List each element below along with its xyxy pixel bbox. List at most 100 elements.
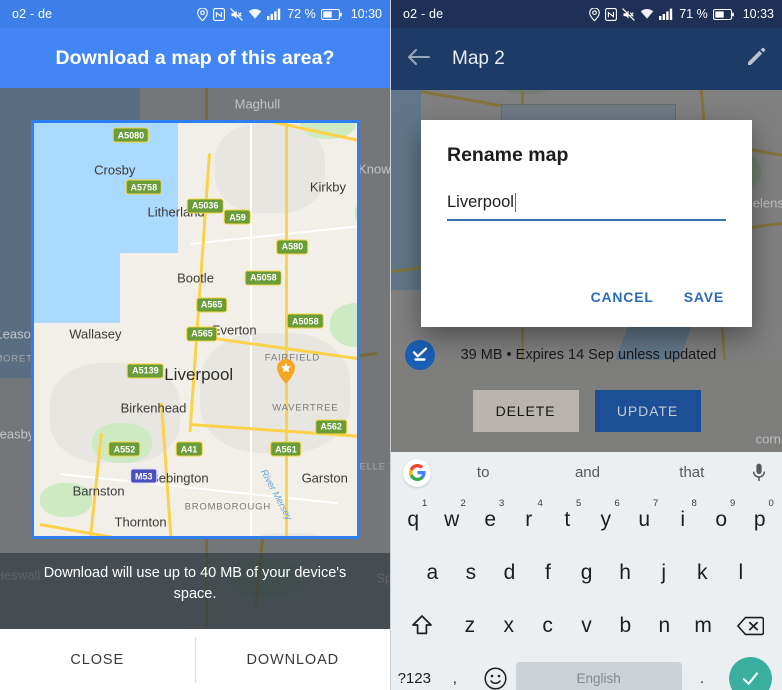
download-size-note: Download will use up to 40 MB of your de… bbox=[0, 553, 390, 629]
suggestion-0[interactable]: to bbox=[431, 464, 535, 481]
enter-key[interactable] bbox=[722, 657, 779, 690]
close-button[interactable]: CLOSE bbox=[0, 652, 195, 668]
road-shield-m53: M53 bbox=[130, 468, 158, 484]
signal-icon bbox=[659, 8, 673, 20]
key-e-label: e bbox=[484, 507, 497, 531]
map-label-barnston: Barnston bbox=[72, 483, 125, 499]
key-l[interactable]: l bbox=[722, 550, 761, 595]
key-x[interactable]: x bbox=[489, 603, 528, 648]
key-d[interactable]: d bbox=[490, 550, 529, 595]
key-g[interactable]: g bbox=[567, 550, 606, 595]
download-button[interactable]: DOWNLOAD bbox=[196, 652, 391, 668]
update-button[interactable]: UPDATE bbox=[594, 390, 701, 432]
key-m[interactable]: m bbox=[684, 603, 723, 648]
cancel-button[interactable]: CANCEL bbox=[581, 281, 664, 313]
text-caret bbox=[514, 193, 517, 212]
road-shield-a552: A552 bbox=[108, 441, 141, 457]
comma-key[interactable]: , bbox=[435, 656, 476, 690]
map-name-input[interactable]: Liverpool bbox=[447, 193, 726, 221]
key-t-number: 5 bbox=[575, 498, 582, 509]
key-a[interactable]: a bbox=[413, 550, 452, 595]
key-n[interactable]: n bbox=[645, 603, 684, 648]
right-screen-map-detail: o2 - de 71 % 10:33 Map 2 elens corn 39 M… bbox=[391, 0, 782, 690]
status-icons: 72 % 10:30 bbox=[197, 7, 382, 21]
map-title: Map 2 bbox=[452, 48, 505, 69]
download-size-note-text: Download will use up to 40 MB of your de… bbox=[43, 565, 347, 602]
wifi-icon bbox=[641, 9, 654, 19]
emoji-icon[interactable] bbox=[475, 656, 516, 690]
map-label-thornton: Thornton bbox=[114, 514, 167, 530]
map-selection-rectangle[interactable]: Crosby Litherland Kirkby Bootle Wallasey Ever… bbox=[31, 120, 360, 539]
key-w[interactable]: w2 bbox=[433, 497, 472, 542]
download-title-bar: Download a map of this area? bbox=[0, 28, 390, 88]
key-q[interactable]: q1 bbox=[394, 497, 433, 542]
symbols-key[interactable]: ?123 bbox=[394, 656, 435, 690]
battery-icon bbox=[712, 8, 734, 20]
key-o[interactable]: o9 bbox=[702, 497, 741, 542]
backspace-icon[interactable] bbox=[723, 603, 779, 648]
nfc-icon bbox=[605, 7, 618, 21]
google-logo-icon[interactable] bbox=[403, 458, 431, 487]
key-h[interactable]: h bbox=[606, 550, 645, 595]
key-w-label: w bbox=[444, 507, 460, 531]
keyboard-row-4: ?123 , English . bbox=[391, 652, 782, 690]
microphone-icon[interactable] bbox=[744, 463, 774, 482]
map-marker-pin[interactable] bbox=[276, 359, 295, 389]
key-r[interactable]: r4 bbox=[510, 497, 549, 542]
map-label-bebington: Bebington bbox=[150, 470, 209, 486]
page-title: Download a map of this area? bbox=[55, 46, 335, 69]
space-key[interactable]: English bbox=[515, 662, 682, 690]
map-detail-body: elens corn 39 MB • Expires 14 Sep unless … bbox=[391, 90, 782, 690]
key-f[interactable]: f bbox=[529, 550, 568, 595]
pencil-icon[interactable] bbox=[746, 47, 766, 72]
map-detail-buttons: DELETE UPDATE bbox=[391, 390, 782, 432]
key-y[interactable]: y6 bbox=[587, 497, 626, 542]
keyboard-letters-row-3: zxcvbnm bbox=[450, 603, 722, 648]
key-v[interactable]: v bbox=[567, 603, 606, 648]
map-label-garston: Garston bbox=[301, 470, 348, 486]
shift-icon[interactable] bbox=[394, 603, 450, 648]
map-label-crosby: Crosby bbox=[94, 162, 136, 178]
suggestion-2[interactable]: that bbox=[640, 464, 744, 481]
dialog-field: Liverpool bbox=[447, 193, 726, 221]
key-u[interactable]: u7 bbox=[625, 497, 664, 542]
key-e-number: 3 bbox=[498, 498, 505, 509]
key-c[interactable]: c bbox=[528, 603, 567, 648]
key-p[interactable]: p0 bbox=[741, 497, 780, 542]
dialog-actions: CANCEL SAVE bbox=[581, 281, 734, 313]
key-e[interactable]: e3 bbox=[471, 497, 510, 542]
road-shield-a5758: A5758 bbox=[125, 179, 163, 195]
map-label-kirkby: Kirkby bbox=[309, 179, 346, 195]
suggestion-1[interactable]: and bbox=[535, 464, 639, 481]
key-j[interactable]: j bbox=[644, 550, 683, 595]
key-t[interactable]: t5 bbox=[548, 497, 587, 542]
download-action-bar: CLOSE DOWNLOAD bbox=[0, 629, 390, 690]
map-label-liverpool: Liverpool bbox=[164, 364, 234, 384]
back-arrow-icon[interactable] bbox=[407, 48, 430, 71]
screenshot-root: o2 - de 72 % 10:30 Download a map of thi… bbox=[0, 0, 782, 690]
keyboard-row-2: asdfghjkl bbox=[391, 546, 782, 599]
on-screen-keyboard: to and that q1w2e3r4t5y6u7i8o9p0 asdfghj… bbox=[391, 452, 782, 690]
map-preview-area[interactable]: MaghullKnowLeasoweMORETONGreasbyHeswallH… bbox=[0, 88, 390, 629]
map-info-row: 39 MB • Expires 14 Sep unless updated bbox=[391, 336, 782, 374]
map-detail-toolbar: Map 2 bbox=[391, 28, 782, 90]
status-bar-right: o2 - de 71 % 10:33 bbox=[391, 0, 782, 28]
key-k[interactable]: k bbox=[683, 550, 722, 595]
period-key[interactable]: . bbox=[682, 656, 723, 690]
suggestion-strip: to and that bbox=[391, 452, 782, 493]
road-shield-a565: A565 bbox=[186, 326, 218, 342]
key-z[interactable]: z bbox=[450, 603, 489, 648]
key-r-number: 4 bbox=[537, 498, 543, 509]
carrier-label: o2 - de bbox=[12, 7, 53, 21]
key-q-number: 1 bbox=[421, 498, 428, 509]
key-b[interactable]: b bbox=[606, 603, 645, 648]
map-label-wallasey: Wallasey bbox=[69, 326, 122, 342]
road-shield-a5036: A5036 bbox=[186, 198, 224, 214]
key-s[interactable]: s bbox=[452, 550, 491, 595]
delete-button[interactable]: DELETE bbox=[472, 390, 579, 432]
save-button[interactable]: SAVE bbox=[674, 281, 734, 313]
map-outside-label-know: Know bbox=[358, 161, 390, 177]
map-outside-label-greasby: Greasby bbox=[0, 426, 35, 442]
key-i[interactable]: i8 bbox=[664, 497, 703, 542]
road-shield-a562: A562 bbox=[315, 419, 347, 435]
